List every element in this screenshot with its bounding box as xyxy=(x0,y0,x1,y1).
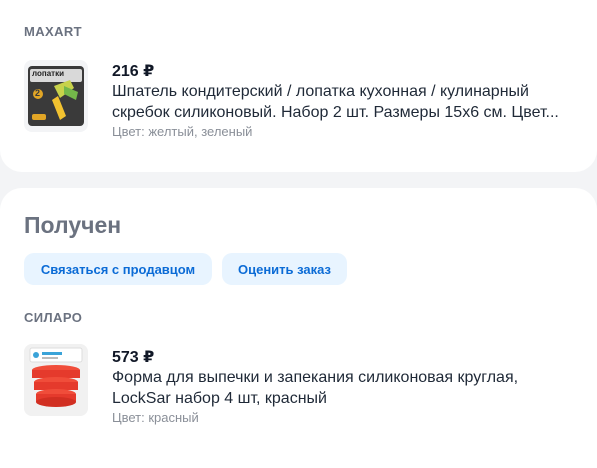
thumb-badge: 2 xyxy=(35,88,41,98)
order-status: Получен xyxy=(24,212,122,238)
rate-order-button[interactable]: Оценить заказ xyxy=(222,253,347,285)
product-title-line-1: Форма для выпечки и запекания силиконова… xyxy=(112,369,519,386)
product-title-line-2: LockSar набор 4 шт, красный xyxy=(112,390,327,407)
order-card-top: MAXART лопатки 2 216 ₽ Шпатель кондитерс… xyxy=(0,0,597,172)
contact-seller-button[interactable]: Связаться с продавцом xyxy=(24,253,212,285)
product-title[interactable]: Шпатель кондитерский / лопатка кухонная … xyxy=(112,81,580,123)
product-color: Цвет: желтый, зеленый xyxy=(112,124,253,139)
product-image-spatula[interactable]: лопатки 2 xyxy=(24,60,88,132)
product-image-baking-form[interactable] xyxy=(24,344,88,416)
thumb-label: лопатки xyxy=(32,69,64,78)
seller-name[interactable]: MAXART xyxy=(24,24,82,39)
product-price: 216 ₽ xyxy=(112,63,155,80)
product-title-line-1: Шпатель кондитерский / лопатка кухонная … xyxy=(112,83,529,100)
product-color: Цвет: красный xyxy=(112,410,199,425)
seller-name[interactable]: СИЛАРО xyxy=(24,310,82,325)
baking-form-image-icon xyxy=(24,344,88,416)
product-price: 573 ₽ xyxy=(112,349,155,366)
product-title[interactable]: Форма для выпечки и запекания силиконова… xyxy=(112,367,580,409)
product-title-line-2: скребок силиконовый. Набор 2 шт. Размеры… xyxy=(112,104,559,121)
